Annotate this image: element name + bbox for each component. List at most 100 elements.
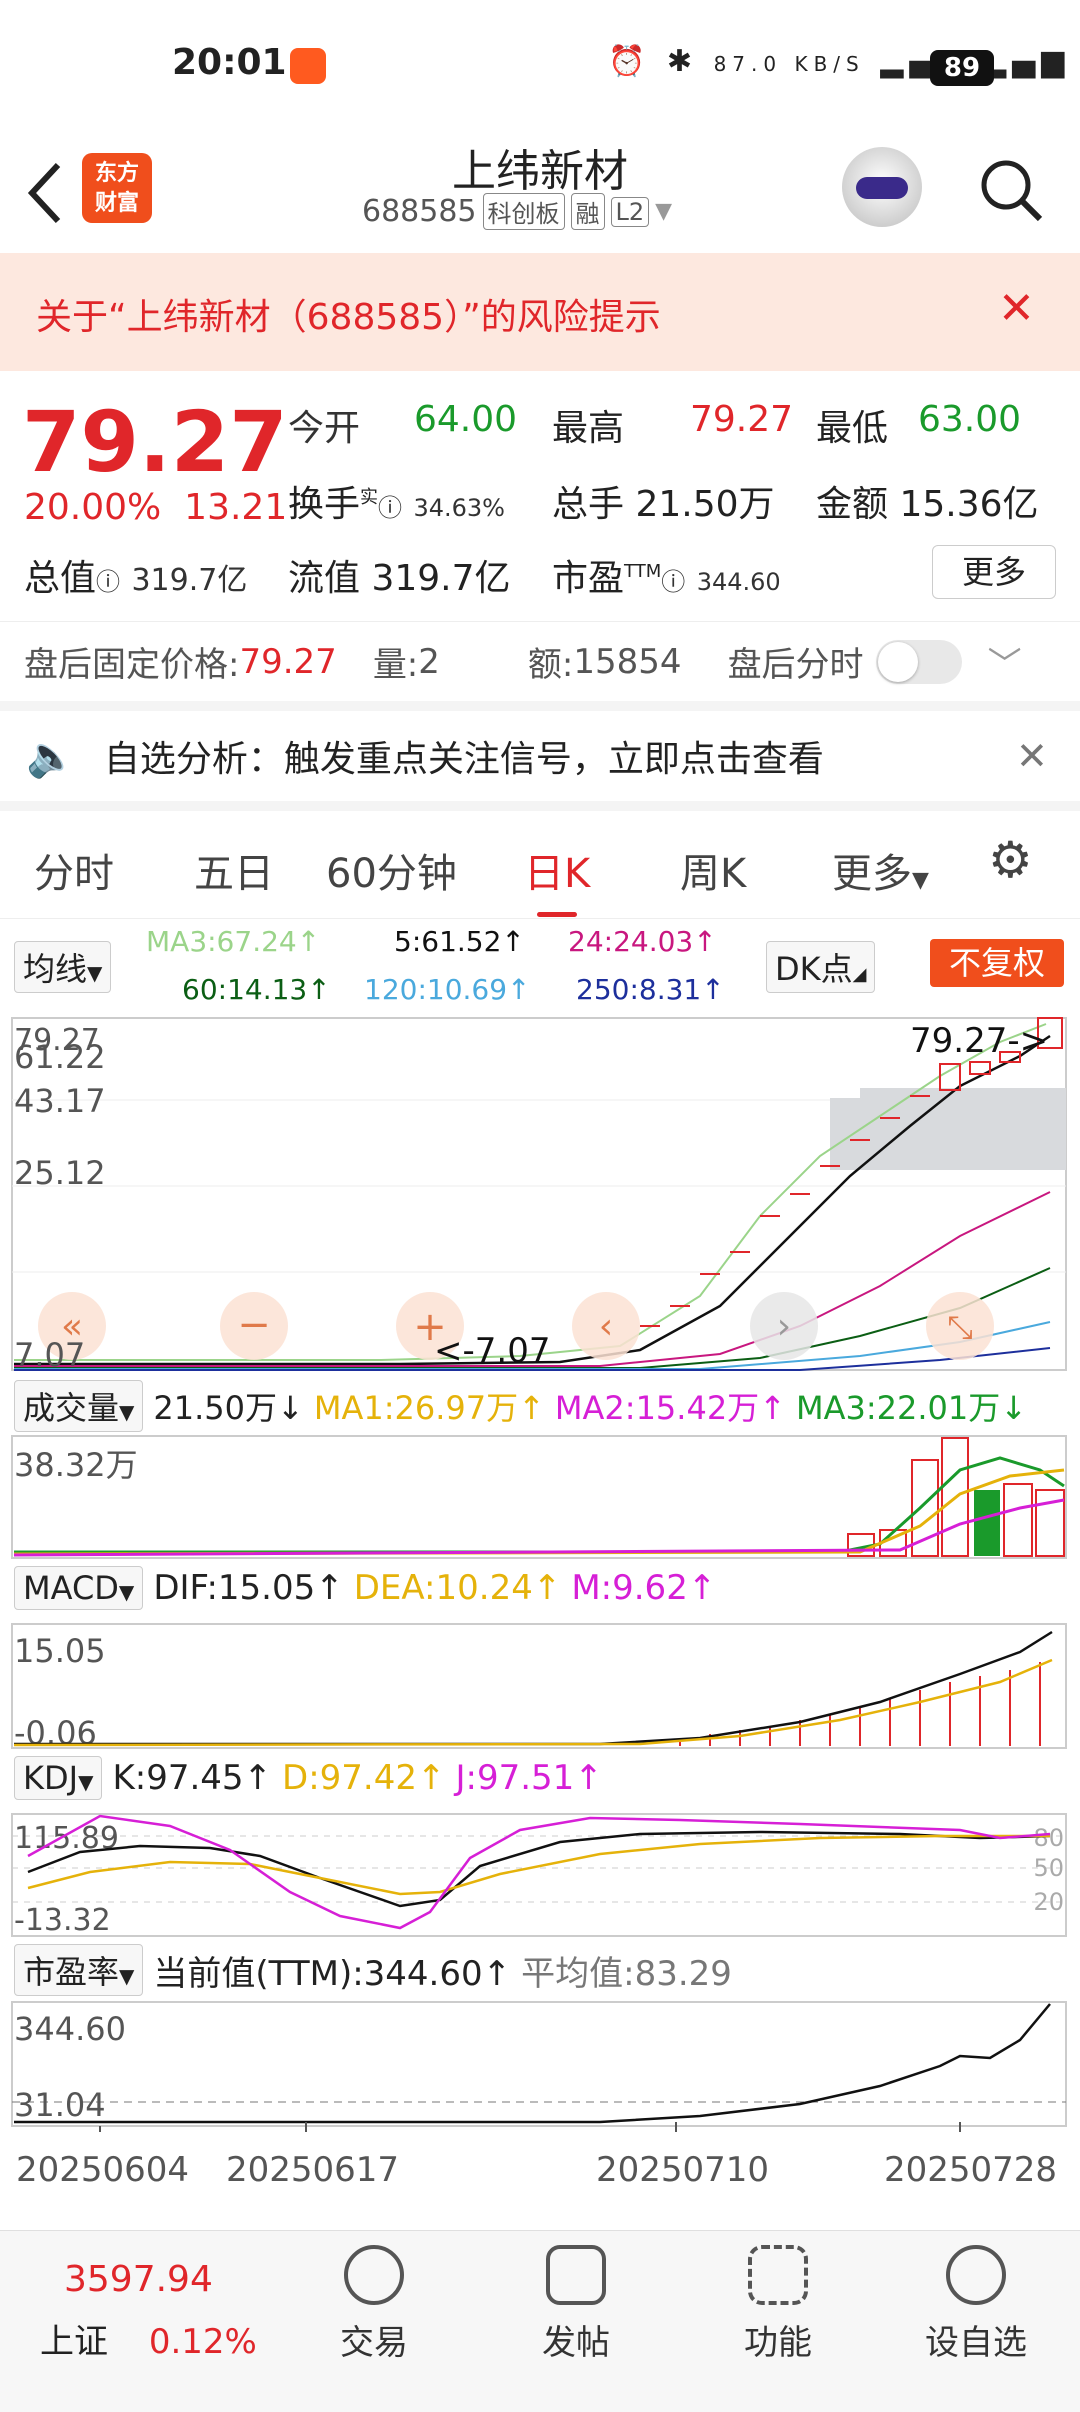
assistant-robot-icon[interactable]	[842, 147, 922, 227]
nav-add-watchlist[interactable]: 设自选	[906, 2245, 1046, 2364]
turnover-label: 换手	[288, 484, 361, 525]
volume-chart: 38.32万	[11, 1435, 1067, 1559]
risk-warning-text: 关于“上纬新材（688585）”的风险提示	[36, 297, 661, 338]
volume-y-label: 38.32万	[14, 1446, 138, 1484]
open-value: 64.00	[414, 399, 518, 440]
adjust-button[interactable]: 不复权	[930, 939, 1064, 987]
ma5-line	[14, 1034, 1051, 1366]
volume-bar	[1003, 1483, 1033, 1557]
y-label: 43.17	[14, 1082, 106, 1120]
pe-sup: TTM	[624, 561, 662, 582]
search-icon[interactable]	[976, 155, 1046, 225]
status-icons: ⏰ ✱ 87.0 KB/S ▂▄▆ ▂▄▆	[608, 44, 1071, 79]
volume-legend: 成交量▼ 21.50万↓ MA1:26.97万↑ MA2:15.42万↑ MA3…	[14, 1380, 1027, 1432]
after-vol-label: 量:	[372, 645, 419, 685]
chevron-right-icon: ›	[777, 1306, 791, 1347]
chevron-down-icon: ▼	[119, 1400, 135, 1424]
tab-weekly-k[interactable]: 周K	[680, 841, 746, 899]
dk-label: DK点	[775, 950, 853, 988]
index-ticker[interactable]: 3597.94 上证 0.12%	[40, 2259, 280, 2363]
kdj-selector[interactable]: KDJ▼	[14, 1756, 103, 1800]
info-icon: ⓘ	[378, 494, 403, 522]
high-value: 79.27	[690, 399, 794, 440]
macd-dif: DIF:15.05↑	[153, 1568, 344, 1608]
tab-timeshare[interactable]: 分时	[34, 841, 114, 899]
volume-value: 21.50万	[635, 484, 775, 525]
stock-code: 688585	[362, 194, 477, 229]
kdj-d-line	[27, 1834, 1050, 1896]
y-label: 25.12	[14, 1154, 106, 1192]
pe-line	[14, 2003, 1051, 2124]
pe-selector-label: 市盈率	[23, 1953, 120, 1991]
mktcap-field: 总值ⓘ 319.7亿	[24, 549, 247, 601]
chevron-down-icon: ▼	[119, 1964, 135, 1988]
kdj-k-line	[27, 1830, 1051, 1908]
network-speed: 87.0 KB/S	[713, 52, 865, 76]
volume-ma1: MA1:26.97万↑	[313, 1389, 545, 1427]
price-change: 20.00% 13.21	[24, 487, 287, 528]
kdj-frame	[11, 1813, 1067, 1937]
info-icon: ⓘ	[96, 568, 121, 596]
chevron-down-icon[interactable]: ﹀	[988, 637, 1022, 686]
change-amount: 13.21	[184, 487, 288, 528]
change-percent: 20.00%	[24, 487, 162, 528]
kdj-selector-label: KDJ	[23, 1759, 79, 1797]
tab-more[interactable]: 更多▼	[832, 841, 929, 899]
after-timeshare-label: 盘后分时	[727, 645, 864, 685]
float-field: 流值 319.7亿	[288, 549, 511, 601]
chevron-down-icon: ▼	[912, 868, 929, 893]
stock-code-row[interactable]: 688585 科创板 融 L2 ▼	[362, 193, 672, 230]
kdj-legend: KDJ▼ K:97.45↑ D:97.42↑ J:97.51↑	[14, 1756, 603, 1800]
tab-five-day[interactable]: 五日	[194, 841, 274, 899]
battery-indicator: 89	[930, 50, 994, 86]
chevron-down-icon: ▼	[78, 1770, 94, 1794]
close-icon[interactable]: ✕	[998, 283, 1035, 334]
risk-warning-banner[interactable]: 关于“上纬新材（688585）”的风险提示 ✕	[0, 253, 1080, 371]
macd-dea-line	[13, 1658, 1053, 1747]
analysis-notice[interactable]: 🔈 自选分析：触发重点关注信号，立即点击查看 ✕	[0, 711, 1080, 811]
mktcap-label: 总值	[24, 558, 97, 599]
last-price-marker: 79.27->	[910, 1021, 1048, 1061]
macd-chart: 15.05 -0.06	[11, 1623, 1067, 1750]
tab-daily-k[interactable]: 日K	[524, 841, 590, 917]
dk-point-selector[interactable]: DK点◢	[766, 941, 876, 993]
dk-zone	[860, 1088, 1066, 1106]
notice-text: 自选分析：触发重点关注信号，立即点击查看	[103, 739, 824, 780]
pe-current: 当前值(TTM):344.60↑	[153, 1953, 512, 1994]
macd-dif-line	[14, 1630, 1053, 1746]
amount-label: 金额	[816, 484, 889, 525]
ma-selector[interactable]: 均线▼	[14, 941, 112, 993]
volume-selector-label: 成交量	[23, 1389, 120, 1427]
macd-selector[interactable]: MACD▼	[14, 1566, 144, 1610]
nav-trade[interactable]: 交易	[304, 2245, 444, 2364]
pe-selector[interactable]: 市盈率▼	[14, 1944, 144, 1996]
amount-field: 金额 15.36亿	[816, 475, 1039, 527]
chevron-down-icon: ▼	[87, 961, 103, 985]
ma3-line	[14, 1023, 1047, 1361]
nav-post[interactable]: 发帖	[506, 2245, 646, 2364]
tab-more-label: 更多	[832, 851, 912, 897]
low-price-marker: <-7.07	[434, 1331, 550, 1371]
macd-selector-label: MACD	[23, 1569, 119, 1607]
gear-icon[interactable]: ⚙	[988, 831, 1033, 889]
turnover-sup: 实	[360, 487, 379, 508]
pe-field: 市盈TTMⓘ 344.60	[552, 549, 781, 601]
nav-functions[interactable]: 功能	[708, 2245, 848, 2364]
nav-functions-label: 功能	[744, 2323, 812, 2363]
low-label: 最低	[816, 408, 889, 449]
tab-60min[interactable]: 60分钟	[326, 841, 457, 899]
volume-bar	[974, 1490, 1000, 1556]
stock-header: 东方 财富 上纬新材 688585 科创板 融 L2 ▼	[0, 135, 1080, 253]
ma-selector-label: 均线	[23, 950, 88, 988]
speaker-icon: 🔈	[26, 733, 76, 780]
more-button[interactable]: 更多	[932, 545, 1056, 599]
kline-chart[interactable]: « − + ‹ › ⤡ 79.27 61.22 43.17 25.12 7.07…	[0, 1016, 1080, 1374]
chevron-left-icon: ‹	[599, 1306, 613, 1347]
after-timeshare-toggle[interactable]	[875, 639, 962, 684]
index-change: 0.12%	[148, 2322, 257, 2362]
nav-trade-label: 交易	[340, 2323, 408, 2363]
volume-selector[interactable]: 成交量▼	[14, 1380, 144, 1432]
volume-current: 21.50万↓	[153, 1389, 304, 1427]
close-icon[interactable]: ✕	[1016, 734, 1048, 778]
pe-y-top: 344.60	[14, 2010, 126, 2048]
